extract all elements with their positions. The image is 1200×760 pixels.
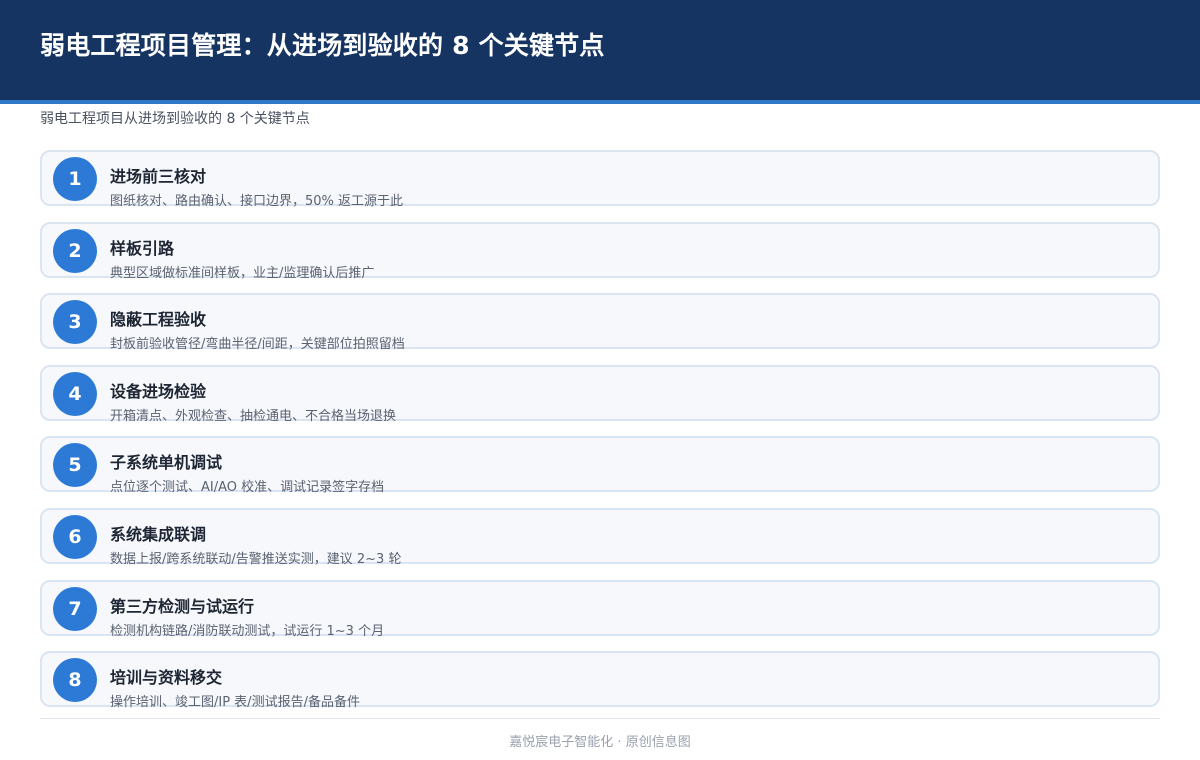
step-description: 检测机构链路/消防联动测试，试运行 1~3 个月 xyxy=(110,623,385,639)
step-number-badge: 7 xyxy=(53,586,97,631)
footer-credit: 嘉悦宸电子智能化 · 原创信息图 xyxy=(509,735,691,750)
step-card-2: 2 样板引路 典型区域做标准间样板，业主/监理确认后推广 xyxy=(40,221,1160,281)
step-number-badge: 1 xyxy=(53,157,97,201)
step-description: 数据上报/跨系统联动/告警推送实测，建议 2~3 轮 xyxy=(110,551,402,567)
step-description: 点位逐个测试、AI/AO 校准、调试记录签字存档 xyxy=(110,480,385,496)
step-description: 图纸核对、路由确认、接口边界，50% 返工源于此 xyxy=(110,194,404,209)
step-number-badge: 3 xyxy=(53,300,97,345)
step-number-badge: 8 xyxy=(53,658,97,703)
step-card-3: 3 隐蔽工程验收 封板前验收管径/弯曲半径/间距，关键部位拍照留档 xyxy=(40,293,1160,353)
step-number-badge: 2 xyxy=(53,228,97,273)
steps-list: 1 进场前三核对 图纸核对、路由确认、接口边界，50% 返工源于此 2 样板引路… xyxy=(40,150,1160,723)
step-title: 系统集成联调 xyxy=(110,524,207,544)
step-description: 典型区域做标准间样板，业主/监理确认后推广 xyxy=(110,265,375,281)
step-card-7: 7 第三方检测与试运行 检测机构链路/消防联动测试，试运行 1~3 个月 xyxy=(40,579,1160,639)
step-title: 进场前三核对 xyxy=(110,167,207,186)
step-card-6: 6 系统集成联调 数据上报/跨系统联动/告警推送实测，建议 2~3 轮 xyxy=(40,507,1160,567)
step-number-badge: 4 xyxy=(53,371,97,416)
page-subtitle: 弱电工程项目从进场到验收的 8 个关键节点 xyxy=(40,111,310,127)
step-title: 培训与资料移交 xyxy=(110,668,223,688)
footer-divider xyxy=(40,718,1160,719)
step-card-1: 1 进场前三核对 图纸核对、路由确认、接口边界，50% 返工源于此 xyxy=(40,150,1160,209)
step-card-8: 8 培训与资料移交 操作培训、竣工图/IP 表/测试报告/备品备件 xyxy=(40,651,1160,711)
step-title: 第三方检测与试运行 xyxy=(110,596,255,616)
step-description: 操作培训、竣工图/IP 表/测试报告/备品备件 xyxy=(110,695,360,711)
step-description: 开箱清点、外观检查、抽检通电、不合格当场退换 xyxy=(110,408,397,424)
step-card-5: 5 子系统单机调试 点位逐个测试、AI/AO 校准、调试记录签字存档 xyxy=(40,436,1160,496)
page-title: 弱电工程项目管理：从进场到验收的 8 个关键节点 xyxy=(40,31,605,60)
header-accent-line xyxy=(0,100,1200,104)
step-title: 设备进场检验 xyxy=(110,381,207,401)
step-card-4: 4 设备进场检验 开箱清点、外观检查、抽检通电、不合格当场退换 xyxy=(40,364,1160,424)
header-bar: 弱电工程项目管理：从进场到验收的 8 个关键节点 xyxy=(0,0,1200,100)
step-number-badge: 6 xyxy=(53,514,97,559)
step-title: 子系统单机调试 xyxy=(110,453,223,473)
step-title: 隐蔽工程验收 xyxy=(110,310,207,330)
step-title: 样板引路 xyxy=(110,238,175,258)
step-description: 封板前验收管径/弯曲半径/间距，关键部位拍照留档 xyxy=(110,337,405,353)
step-number-badge: 5 xyxy=(53,443,97,488)
